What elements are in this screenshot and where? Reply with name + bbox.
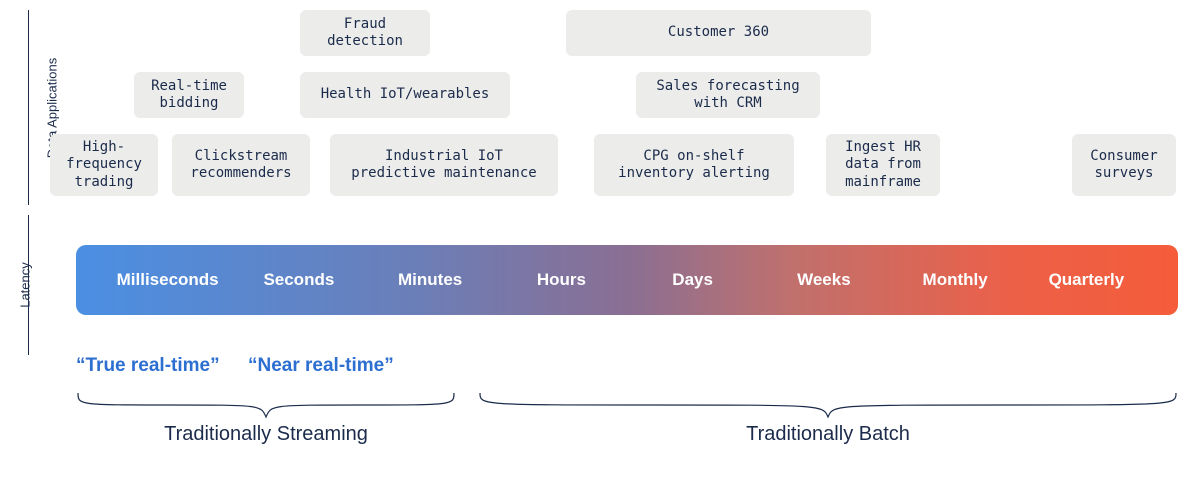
brace-icon	[76, 391, 456, 419]
latency-hours: Hours	[496, 270, 627, 290]
latency-gradient-bar: Milliseconds Seconds Minutes Hours Days …	[76, 245, 1178, 315]
chip-clickstream-recommenders: Clickstream recommenders	[172, 134, 310, 196]
latency-minutes: Minutes	[365, 270, 496, 290]
latency-monthly: Monthly	[890, 270, 1021, 290]
axis-divider	[28, 215, 29, 355]
chip-high-frequency-trading: High- frequency trading	[50, 134, 158, 196]
brace-batch: Traditionally Batch	[478, 391, 1178, 446]
chip-real-time-bidding: Real-time bidding	[134, 72, 244, 118]
latency-milliseconds: Milliseconds	[102, 270, 233, 290]
latency-seconds: Seconds	[233, 270, 364, 290]
chip-industrial-iot-predictive-maintenance: Industrial IoT predictive maintenance	[330, 134, 558, 196]
label-true-real-time: “True real-time”	[76, 355, 220, 377]
latency-weeks: Weeks	[758, 270, 889, 290]
brace-streaming: Traditionally Streaming	[76, 391, 456, 446]
latency-section: Latency Milliseconds Seconds Minutes Hou…	[0, 215, 1200, 355]
brace-icon	[478, 391, 1178, 419]
axis-divider	[28, 10, 29, 205]
chip-ingest-hr-data-mainframe: Ingest HR data from mainframe	[826, 134, 940, 196]
bottom-annotations: “True real-time” “Near real-time” Tradit…	[0, 355, 1200, 485]
chip-fraud-detection: Fraud detection	[300, 10, 430, 56]
latency-axis-label: Latency	[17, 262, 32, 308]
chip-customer-360: Customer 360	[566, 10, 871, 56]
latency-quarterly: Quarterly	[1021, 270, 1152, 290]
latency-days: Days	[627, 270, 758, 290]
chip-sales-forecasting-crm: Sales forecasting with CRM	[636, 72, 820, 118]
chip-cpg-on-shelf-inventory-alerting: CPG on-shelf inventory alerting	[594, 134, 794, 196]
brace-streaming-label: Traditionally Streaming	[76, 423, 456, 446]
chip-consumer-surveys: Consumer surveys	[1072, 134, 1176, 196]
chip-health-iot-wearables: Health IoT/wearables	[300, 72, 510, 118]
brace-batch-label: Traditionally Batch	[478, 423, 1178, 446]
label-near-real-time: “Near real-time”	[248, 355, 394, 377]
data-applications-section: Data Applications Fraud detection Custom…	[0, 0, 1200, 215]
